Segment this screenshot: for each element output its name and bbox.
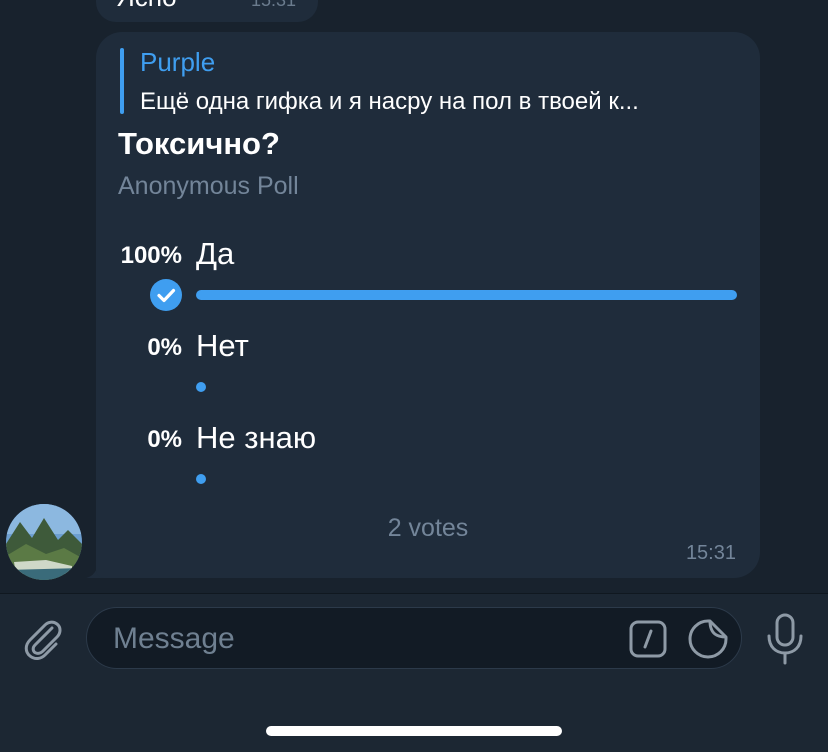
poll-option-percent: 0%	[147, 334, 182, 361]
reply-sender-name[interactable]: Purple	[140, 47, 215, 78]
poll-message-bubble[interactable]: Purple Ещё одна гифка и я насру на пол в…	[96, 32, 760, 578]
poll-option-label: Да	[196, 236, 235, 271]
poll-option-bar-fill	[196, 290, 737, 300]
poll-option-bar-dot	[196, 474, 206, 484]
message-input[interactable]	[111, 618, 595, 660]
poll-option-percent: 100%	[120, 242, 182, 269]
check-icon	[150, 279, 182, 311]
poll-option-bar	[196, 290, 737, 300]
microphone-icon[interactable]	[764, 612, 806, 666]
previous-message-text: Ясно	[116, 0, 177, 13]
poll-question: Токсично?	[118, 126, 280, 161]
reply-text[interactable]: Ещё одна гифка и я насру на пол в твоей …	[140, 88, 740, 116]
poll-type-label: Anonymous Poll	[118, 172, 299, 200]
message-time: 15:31	[685, 542, 736, 564]
paperclip-icon[interactable]	[18, 614, 66, 662]
poll-option-bar-dot	[196, 382, 206, 392]
previous-message-bubble[interactable]: Ясно 15:31	[96, 0, 318, 22]
avatar[interactable]	[6, 504, 82, 580]
bot-command-icon[interactable]	[629, 620, 667, 658]
message-input-field[interactable]	[86, 607, 742, 669]
poll-option-percent: 0%	[147, 426, 182, 453]
sticker-icon[interactable]	[687, 618, 729, 660]
chat-area: Ясно 15:31 Purple Ещё одна гифка и я нас…	[0, 0, 828, 593]
poll-votes-count[interactable]: 2 votes	[96, 514, 760, 543]
poll-option-label: Нет	[196, 328, 249, 363]
poll-option-label: Не знаю	[196, 420, 317, 455]
previous-message-time: 15:31	[250, 0, 296, 10]
reply-accent-bar	[120, 48, 124, 114]
home-indicator[interactable]	[266, 726, 562, 736]
